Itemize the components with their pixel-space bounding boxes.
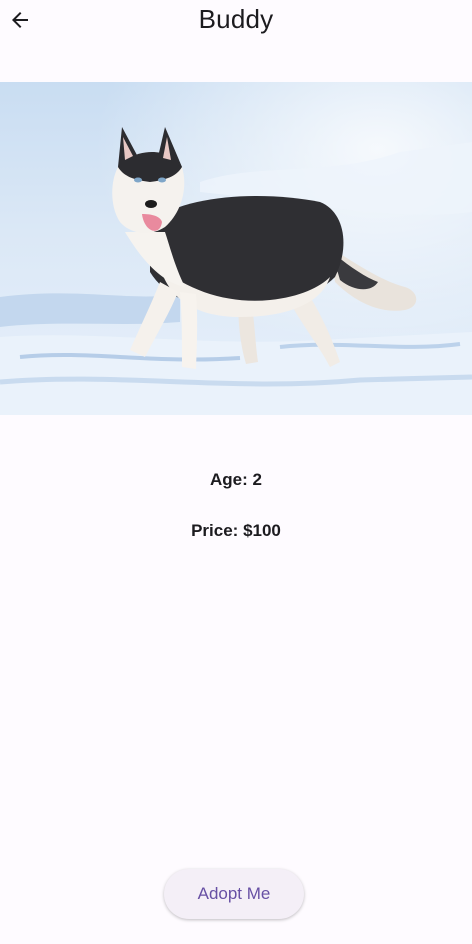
pet-price: Price: $100 — [191, 521, 281, 540]
pet-detail-screen: Buddy Age: 2 Price: $100 Adopt Me — [0, 0, 472, 944]
pet-age: Age: 2 — [210, 470, 262, 489]
adopt-me-button[interactable]: Adopt Me — [164, 869, 304, 919]
pet-photo — [0, 82, 472, 415]
app-bar: Buddy — [0, 0, 472, 44]
page-title: Buddy — [198, 4, 274, 34]
